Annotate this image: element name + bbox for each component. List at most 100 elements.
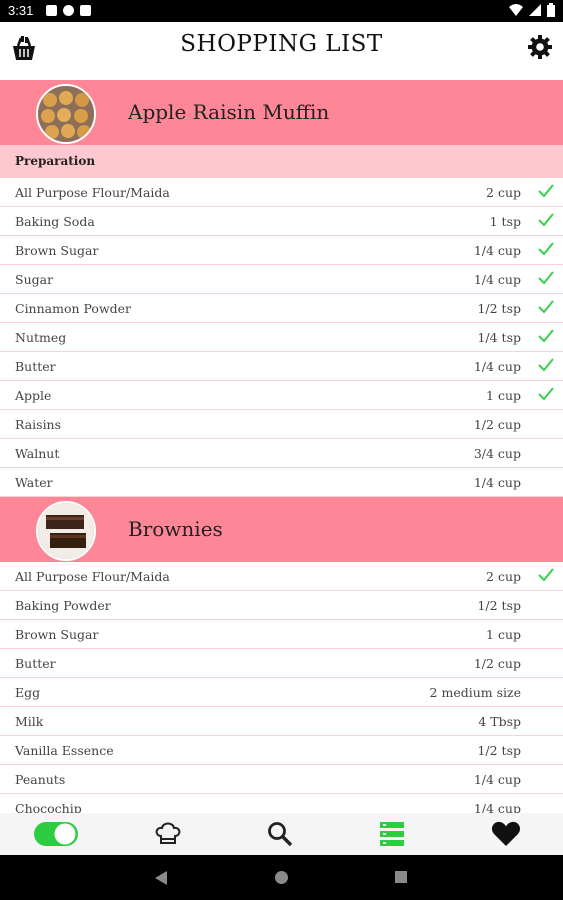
ingredient-name: Egg — [15, 685, 41, 700]
chef-hat-icon[interactable] — [154, 821, 182, 847]
back-icon[interactable] — [154, 870, 168, 886]
ingredient-name: Milk — [15, 714, 44, 729]
ingredient-quantity: 2 medium size — [429, 685, 521, 700]
signal-icon — [529, 4, 541, 16]
recipe-thumbnail — [36, 501, 96, 561]
ingredient-quantity: 1/4 cup — [473, 475, 521, 490]
ingredient-quantity: 1/4 cup — [473, 359, 521, 374]
checkmark-icon[interactable] — [537, 270, 555, 286]
ingredient-row[interactable]: Baking Powder 1/2 tsp — [0, 591, 563, 620]
ingredient-row[interactable]: Walnut 3/4 cup — [0, 439, 563, 468]
ingredient-row[interactable]: All Purpose Flour/Maida 2 cup — [0, 178, 563, 207]
wifi-icon — [509, 4, 523, 16]
ingredient-row[interactable]: Egg 2 medium size — [0, 678, 563, 707]
ingredient-row[interactable]: Brown Sugar 1/4 cup — [0, 236, 563, 265]
ingredient-row[interactable]: Butter 1/2 cup — [0, 649, 563, 678]
recipe-name: Brownies — [128, 517, 223, 541]
list-icon[interactable] — [380, 821, 404, 847]
system-nav-bar — [0, 855, 563, 900]
app-bar: SHOPPING LIST — [0, 22, 563, 80]
recents-icon[interactable] — [394, 870, 408, 884]
ingredient-row[interactable]: Water 1/4 cup — [0, 468, 563, 497]
ingredient-quantity: 1 tsp — [489, 214, 521, 229]
ingredient-row[interactable]: Cinnamon Powder 1/2 tsp — [0, 294, 563, 323]
nav-search[interactable] — [252, 813, 308, 855]
ingredient-quantity: 1/2 tsp — [477, 743, 521, 758]
checkmark-icon[interactable] — [537, 567, 555, 583]
ingredient-name: Butter — [15, 656, 56, 671]
recipe-header[interactable]: Apple Raisin Muffin — [0, 80, 563, 145]
ingredient-quantity: 2 cup — [486, 185, 521, 200]
ingredient-quantity: 1/4 cup — [473, 772, 521, 787]
ingredient-name: Brown Sugar — [15, 243, 99, 258]
home-icon[interactable] — [274, 870, 289, 885]
ingredient-row[interactable]: Apple 1 cup — [0, 381, 563, 410]
ingredient-row[interactable]: Butter 1/4 cup — [0, 352, 563, 381]
notification-icon — [63, 5, 74, 16]
ingredient-name: Chocochip — [15, 801, 82, 813]
ingredient-row[interactable]: Brown Sugar 1 cup — [0, 620, 563, 649]
checkmark-icon[interactable] — [537, 183, 555, 199]
nav-toggle[interactable] — [28, 813, 84, 855]
checkmark-icon[interactable] — [537, 328, 555, 344]
checkmark-icon[interactable] — [537, 299, 555, 315]
ingredient-quantity: 1/4 cup — [473, 801, 521, 813]
gear-icon[interactable] — [527, 34, 553, 60]
heart-icon[interactable] — [491, 821, 521, 847]
ingredient-quantity: 1/4 cup — [473, 243, 521, 258]
nav-recipes[interactable] — [140, 813, 196, 855]
nav-favorites[interactable] — [478, 813, 534, 855]
ingredient-name: Butter — [15, 359, 56, 374]
search-icon[interactable] — [267, 821, 293, 847]
status-time: 3:31 — [8, 3, 34, 18]
ingredient-name: All Purpose Flour/Maida — [15, 569, 170, 584]
checkmark-icon[interactable] — [537, 357, 555, 373]
ingredient-row[interactable]: Peanuts 1/4 cup — [0, 765, 563, 794]
ingredient-row[interactable]: Chocochip 1/4 cup — [0, 794, 563, 813]
ingredient-quantity: 2 cup — [486, 569, 521, 584]
battery-icon — [547, 3, 555, 17]
ingredient-name: Apple — [15, 388, 52, 403]
checkmark-icon[interactable] — [537, 212, 555, 228]
notification-icon — [80, 5, 91, 16]
ingredient-name: Walnut — [15, 446, 60, 461]
ingredient-name: Vanilla Essence — [15, 743, 114, 758]
recipe-name: Apple Raisin Muffin — [128, 100, 330, 124]
ingredient-quantity: 1/2 tsp — [477, 301, 521, 316]
ingredient-row[interactable]: Vanilla Essence 1/2 tsp — [0, 736, 563, 765]
system-status-icons — [509, 3, 555, 17]
ingredient-quantity: 1/2 tsp — [477, 598, 521, 613]
ingredient-quantity: 3/4 cup — [473, 446, 521, 461]
ingredient-list: All Purpose Flour/Maida 2 cup Baking Soda 1… — [0, 178, 563, 497]
ingredient-name: Brown Sugar — [15, 627, 99, 642]
recipe-header[interactable]: Brownies — [0, 497, 563, 562]
bottom-nav — [0, 813, 563, 855]
ingredient-name: Nutmeg — [15, 330, 67, 345]
notification-icon — [46, 5, 57, 16]
ingredient-name: Sugar — [15, 272, 54, 287]
recipe-thumbnail — [36, 84, 96, 144]
ingredient-name: Baking Powder — [15, 598, 111, 613]
ingredient-name: Cinnamon Powder — [15, 301, 132, 316]
ingredient-name: Baking Soda — [15, 214, 95, 229]
status-bar: 3:31 — [0, 0, 563, 22]
ingredient-row[interactable]: All Purpose Flour/Maida 2 cup — [0, 562, 563, 591]
ingredient-row[interactable]: Raisins 1/2 cup — [0, 410, 563, 439]
ingredient-row[interactable]: Sugar 1/4 cup — [0, 265, 563, 294]
ingredient-quantity: 1/4 tsp — [477, 330, 521, 345]
nav-shopping-list[interactable] — [364, 813, 420, 855]
checkmark-icon[interactable] — [537, 386, 555, 402]
shopping-list[interactable]: Apple Raisin Muffin Preparation All Purp… — [0, 80, 563, 813]
ingredient-quantity: 1/2 cup — [473, 417, 521, 432]
ingredient-name: Raisins — [15, 417, 62, 432]
checkmark-icon[interactable] — [537, 241, 555, 257]
ingredient-quantity: 1 cup — [486, 627, 521, 642]
notification-icons — [46, 5, 91, 16]
toggle-icon[interactable] — [33, 821, 79, 847]
ingredient-quantity: 1/2 cup — [473, 656, 521, 671]
ingredient-row[interactable]: Milk 4 Tbsp — [0, 707, 563, 736]
page-title: SHOPPING LIST — [180, 31, 383, 57]
ingredient-row[interactable]: Nutmeg 1/4 tsp — [0, 323, 563, 352]
ingredient-row[interactable]: Baking Soda 1 tsp — [0, 207, 563, 236]
ingredient-quantity: 4 Tbsp — [478, 714, 521, 729]
